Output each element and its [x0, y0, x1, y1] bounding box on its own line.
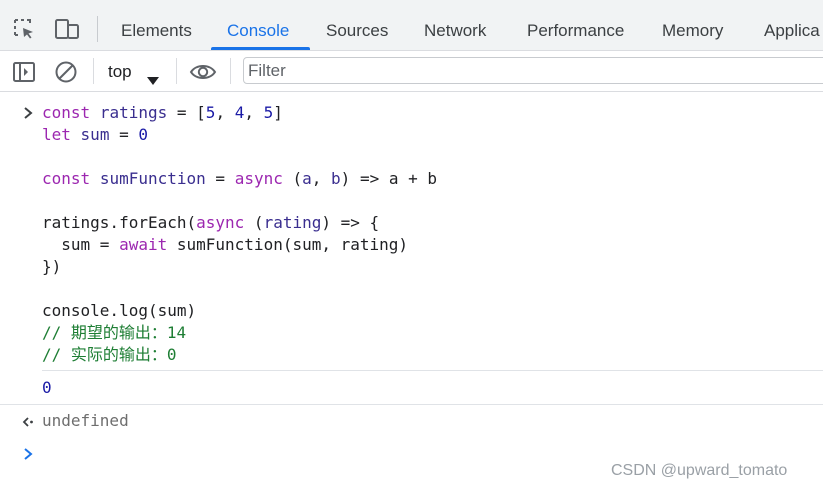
inspect-element-icon[interactable]: [12, 17, 36, 41]
context-selector-value: top: [108, 62, 132, 81]
input-prompt-icon: [21, 105, 35, 121]
tab-performance[interactable]: Performance: [527, 0, 624, 50]
code-comment: // 期望的输出：14: [42, 323, 187, 342]
tab-elements[interactable]: Elements: [121, 0, 192, 50]
code-line: }): [42, 257, 62, 276]
code-line: const ratings = [5, 4, 5]: [42, 103, 283, 122]
watermark: CSDN @upward_tomato: [611, 462, 788, 479]
filter-field[interactable]: [243, 57, 823, 84]
code-line: const sumFunction = async (a, b) => a + …: [42, 169, 437, 188]
context-selector[interactable]: top: [101, 57, 167, 85]
tab-application[interactable]: Applica: [764, 0, 820, 50]
filter-input[interactable]: [248, 60, 808, 81]
toolbar-separator: [93, 58, 94, 84]
toolbar-separator: [176, 58, 177, 84]
tab-network[interactable]: Network: [424, 0, 486, 50]
console-divider: [42, 370, 823, 371]
devtools-tabbar: Elements Console Sources Network Perform…: [0, 0, 823, 51]
code-comment: // 实际的输出：0: [42, 345, 177, 364]
devtools-window: Elements Console Sources Network Perform…: [0, 0, 823, 492]
console-divider: [0, 404, 823, 405]
tab-console[interactable]: Console: [227, 0, 289, 50]
chevron-down-icon: [147, 66, 159, 94]
toolbar-separator: [230, 58, 231, 84]
result-arrow-icon: [21, 414, 35, 430]
tab-sources[interactable]: Sources: [326, 0, 388, 50]
tab-memory[interactable]: Memory: [662, 0, 723, 50]
active-tab-indicator: [211, 47, 310, 50]
sidebar-toggle-icon[interactable]: [11, 59, 37, 85]
code-line: console.log(sum): [42, 301, 197, 320]
clear-console-icon[interactable]: [53, 59, 79, 85]
eye-icon[interactable]: [189, 59, 217, 85]
tabbar-separator: [97, 16, 98, 42]
code-line: let sum = 0: [42, 125, 148, 144]
log-output-value: 0: [42, 378, 52, 397]
return-value: undefined: [42, 411, 129, 430]
device-toolbar-icon[interactable]: [54, 17, 79, 41]
console-output: const ratings = [5, 4, 5] let sum = 0 co…: [0, 92, 823, 492]
code-line: sum = await sumFunction(sum, rating): [42, 235, 409, 254]
console-prompt-icon[interactable]: [21, 446, 35, 462]
code-line: ratings.forEach(async (rating) => {: [42, 213, 380, 232]
